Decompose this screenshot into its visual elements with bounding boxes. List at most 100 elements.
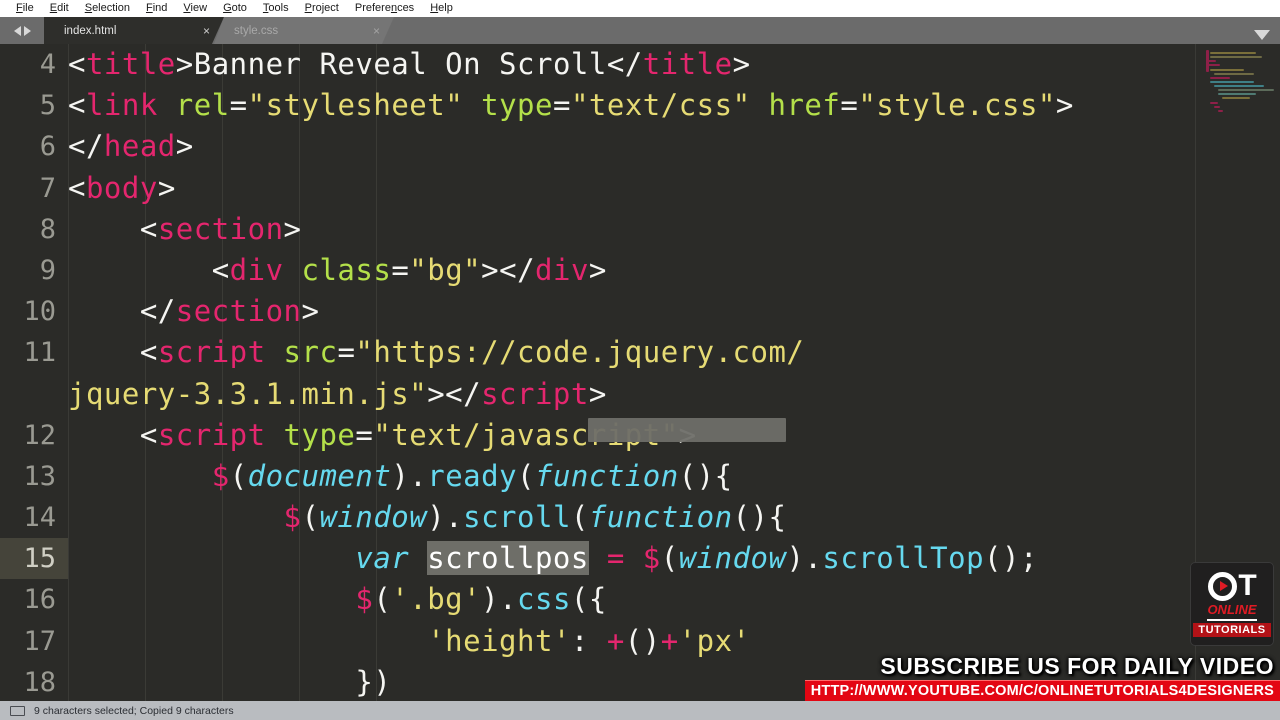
code-text[interactable]: 'height': +()+'px' (68, 621, 751, 662)
code-token: ). (427, 500, 464, 535)
tab-style-css[interactable]: style.css × (214, 17, 394, 44)
code-text[interactable]: </section> (68, 291, 319, 332)
code-token: ready (427, 458, 518, 493)
logo-initials: T (1208, 571, 1257, 601)
code-token: </ (499, 252, 536, 287)
code-token: var (355, 541, 410, 576)
code-line[interactable]: 7 <body> (0, 168, 1280, 209)
close-icon[interactable]: × (345, 25, 380, 37)
code-line[interactable]: 5 <link rel="stylesheet" type="text/css" … (0, 85, 1280, 126)
line-number: 13 (23, 460, 56, 492)
code-editor[interactable]: 4 <title>Banner Reveal On Scroll</title> 5… (0, 44, 1280, 701)
code-text[interactable]: }) (68, 662, 391, 701)
code-text[interactable]: var scrollpos = $(window).scrollTop(); (68, 538, 1038, 579)
code-text[interactable]: <body> (68, 168, 176, 209)
line-number: 4 (39, 49, 56, 80)
code-token: > (283, 211, 302, 246)
line-number: 9 (39, 254, 56, 286)
code-text[interactable]: <script src="https://code.jquery.com/ (68, 332, 804, 373)
code-token: }) (355, 664, 392, 699)
code-token: head (103, 129, 176, 164)
code-token: = (229, 88, 248, 123)
arrow-left-icon[interactable] (13, 25, 21, 36)
code-token: < (139, 335, 158, 370)
code-token: = (552, 88, 571, 123)
code-line[interactable]: 4 <title>Banner Reveal On Scroll</title> (0, 44, 1280, 85)
code-token: ). (786, 541, 823, 576)
close-icon[interactable]: × (175, 25, 210, 37)
code-text[interactable]: $(document).ready(function(){ (68, 456, 733, 497)
menu-item-goto[interactable]: Goto (215, 0, 255, 17)
code-token: + (660, 623, 679, 658)
menu-item-edit[interactable]: Edit (42, 0, 77, 17)
code-line[interactable]: 16 $('.bg').css({ (0, 579, 1280, 620)
code-text[interactable]: jquery-3.3.1.min.js"></script> (68, 374, 607, 415)
subscribe-callout: SUBSCRIBE US FOR DAILY VIDEO (880, 653, 1274, 679)
menu-item-help[interactable]: Help (422, 0, 461, 17)
chevron-down-icon[interactable] (1254, 30, 1270, 40)
code-token: < (139, 211, 158, 246)
code-token: < (211, 252, 230, 287)
code-line[interactable]: 6 </head> (0, 126, 1280, 167)
tab-index-html[interactable]: index.html × (44, 17, 224, 44)
status-bar: 9 characters selected; Copied 9 characte… (0, 701, 1280, 720)
code-line[interactable]: jquery-3.3.1.min.js"></script> (0, 374, 1280, 415)
menu-item-preferences[interactable]: Preferences (347, 0, 422, 17)
code-token: section (175, 294, 302, 329)
tab-bar: index.html × style.css × (0, 17, 1280, 44)
code-token: ). (481, 582, 518, 617)
code-line[interactable]: 15 var scrollpos = $(window).scrollTop()… (0, 538, 1280, 580)
code-lines[interactable]: 4 <title>Banner Reveal On Scroll</title> 5… (0, 44, 1280, 701)
code-line[interactable]: 8 <section> (0, 209, 1280, 250)
code-text[interactable]: $(window).scroll(function(){ (68, 497, 786, 538)
line-number: 14 (23, 502, 56, 534)
code-line[interactable]: 9 <div class="bg"></div> (0, 250, 1280, 291)
menu-item-selection[interactable]: Selection (77, 0, 138, 17)
code-line[interactable]: 13 $(document).ready(function(){ (0, 456, 1280, 497)
code-token: class (301, 252, 392, 287)
code-token: ></ (427, 376, 482, 411)
code-token: "https://code.jquery.com/ (355, 335, 805, 370)
code-token: "style.css" (858, 88, 1056, 123)
menu-item-project[interactable]: Project (297, 0, 347, 17)
menu-item-view[interactable]: View (175, 0, 215, 17)
code-text[interactable]: <title>Banner Reveal On Scroll</title> (68, 44, 751, 85)
code-text[interactable]: <div class="bg"></div> (68, 250, 607, 291)
code-line[interactable]: 11 <script src="https://code.jquery.com/ (0, 332, 1280, 373)
code-token: </ (139, 294, 176, 329)
menu-item-tools[interactable]: Tools (255, 0, 297, 17)
code-token: > (301, 294, 320, 329)
code-token: = (840, 88, 859, 123)
code-token: ( (229, 458, 248, 493)
code-text[interactable]: </head> (68, 126, 194, 167)
menu-item-find[interactable]: Find (138, 0, 175, 17)
code-text[interactable]: $('.bg').css({ (68, 579, 607, 620)
line-number: 18 (23, 666, 56, 698)
code-text[interactable]: <section> (68, 209, 302, 250)
code-token: type (481, 88, 553, 123)
code-token: css (517, 582, 571, 617)
code-token: title (85, 47, 176, 81)
code-token: jquery-3.3.1.min.js" (68, 376, 428, 411)
code-line[interactable]: 14 $(window).scroll(function(){ (0, 497, 1280, 538)
code-token: > (588, 376, 607, 411)
code-token: link (85, 88, 158, 123)
code-token: src (283, 335, 338, 370)
code-token: > (175, 47, 194, 81)
code-text[interactable]: <link rel="stylesheet" type="text/css" h… (68, 85, 1074, 126)
arrow-right-icon[interactable] (23, 25, 31, 36)
menu-item-file[interactable]: File (8, 0, 42, 17)
code-line[interactable]: 10 </section> (0, 291, 1280, 332)
tab-nav-arrows[interactable] (0, 17, 44, 44)
code-token: 'px' (678, 623, 751, 658)
code-token: script (157, 417, 266, 452)
code-token: < (68, 170, 86, 205)
